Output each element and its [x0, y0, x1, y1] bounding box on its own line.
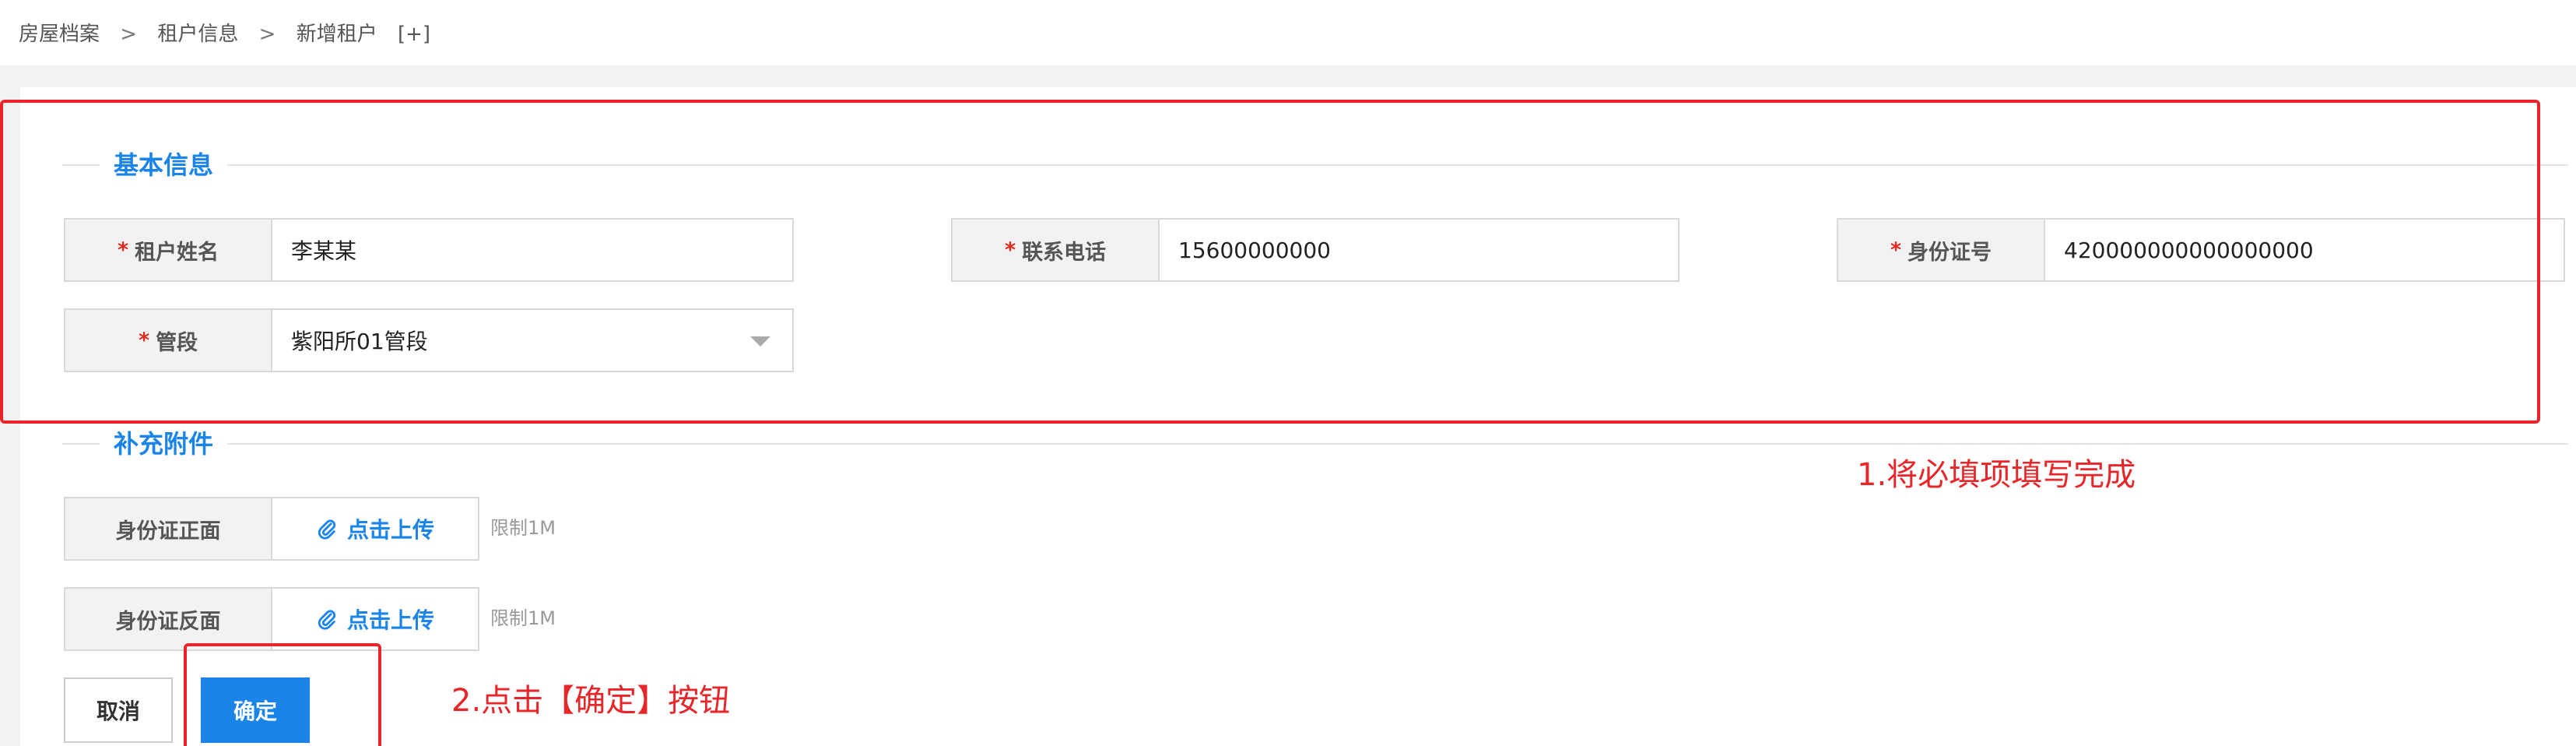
- breadcrumb-separator: >: [120, 23, 138, 46]
- upload-button-label: 点击上传: [346, 607, 434, 633]
- section-title-attachments: 补充附件: [100, 427, 228, 461]
- breadcrumb-item-tenant-info[interactable]: 租户信息: [157, 23, 238, 46]
- breadcrumb-item-new-tenant: 新增租户: [296, 23, 377, 46]
- add-tab-button[interactable]: [+]: [398, 23, 430, 46]
- paperclip-icon: [318, 610, 336, 630]
- id-front-upload-button[interactable]: 点击上传: [271, 497, 479, 561]
- annotation-step2-text: 2.点击【确定】按钮: [451, 683, 731, 719]
- annotation-step1-text: 1.将必填项填写完成: [1857, 457, 2136, 493]
- breadcrumb-item-house-archive[interactable]: 房屋档案: [19, 23, 100, 46]
- id-back-label-text: 身份证反面: [115, 609, 221, 634]
- cancel-button[interactable]: 取消: [64, 677, 173, 743]
- id-back-upload-button[interactable]: 点击上传: [271, 587, 479, 651]
- id-front-label-text: 身份证正面: [115, 519, 221, 544]
- breadcrumb-separator: >: [258, 23, 276, 46]
- id-back-limit-text: 限制1M: [490, 607, 556, 629]
- id-front-limit-text: 限制1M: [490, 517, 556, 539]
- breadcrumb: 房屋档案 > 租户信息 > 新增租户 [+]: [19, 17, 444, 51]
- paperclip-icon: [318, 519, 336, 540]
- id-back-label: 身份证反面: [64, 587, 271, 651]
- upload-button-label: 点击上传: [346, 517, 434, 543]
- id-front-label: 身份证正面: [64, 497, 271, 561]
- annotation-box-required-fields: [0, 100, 2540, 424]
- annotation-box-confirm: [184, 643, 381, 746]
- section-divider: [62, 443, 2568, 445]
- header-divider: [0, 65, 2576, 87]
